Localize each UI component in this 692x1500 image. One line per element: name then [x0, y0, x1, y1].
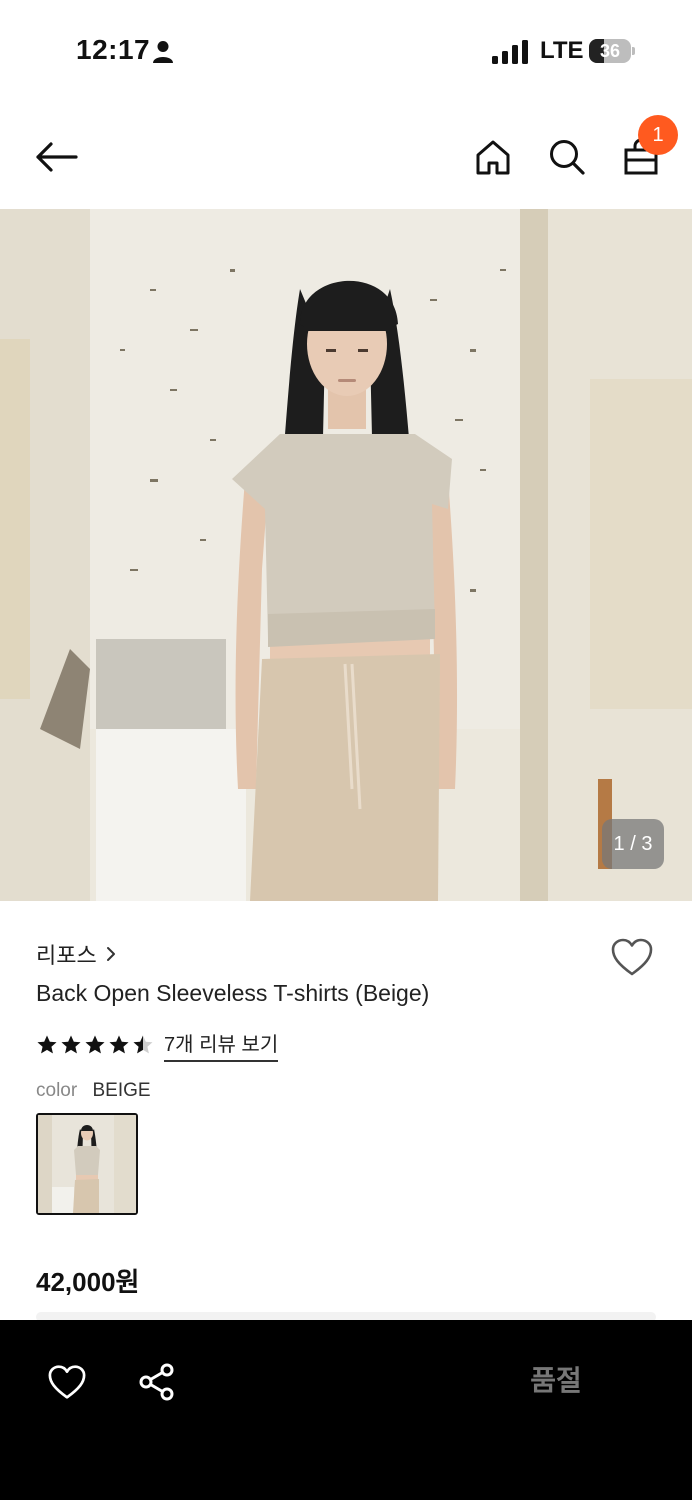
status-time: 12:17	[76, 34, 151, 65]
product-price: 42,000원	[36, 1267, 140, 1297]
rating-stars	[36, 1034, 154, 1056]
swatch-thumbnail	[38, 1115, 136, 1213]
rating-row: 7개 리뷰 보기	[36, 1028, 279, 1062]
status-bar: 12:17 LTE 36	[0, 0, 692, 100]
product-title: Back Open Sleeveless T-shirts (Beige)	[36, 980, 430, 1006]
home-button[interactable]	[470, 134, 516, 180]
search-button[interactable]	[544, 134, 590, 180]
star-icon	[109, 1035, 129, 1054]
product-photo	[0, 209, 692, 901]
top-nav-bar: 1	[0, 110, 692, 206]
battery-icon: 36	[589, 39, 635, 63]
person-icon	[153, 41, 173, 63]
search-icon	[550, 140, 585, 175]
color-row: color BEIGE	[36, 1080, 151, 1102]
brand-link[interactable]: 리포스	[36, 938, 119, 970]
image-page-indicator: 1 / 3	[602, 819, 664, 869]
color-label: color	[36, 1080, 78, 1101]
wishlist-button[interactable]	[608, 934, 656, 980]
signal-icon	[492, 40, 528, 64]
back-arrow-icon	[36, 142, 78, 172]
color-value: BEIGE	[92, 1080, 151, 1101]
heart-icon	[48, 1365, 86, 1399]
star-icon	[61, 1035, 81, 1054]
bottom-wishlist-button[interactable]	[44, 1360, 90, 1404]
share-icon	[139, 1363, 174, 1401]
back-button[interactable]	[30, 136, 82, 178]
star-icon	[37, 1035, 57, 1054]
cart-count-badge: 1	[638, 115, 678, 155]
review-link[interactable]: 7개 리뷰 보기	[164, 1028, 279, 1062]
sold-out-button[interactable]: 품절	[456, 1356, 656, 1406]
star-icon	[133, 1035, 153, 1054]
bottom-action-bar: 품절	[0, 1320, 692, 1500]
product-image-carousel[interactable]: 1 / 3	[0, 209, 692, 901]
network-type: LTE	[540, 37, 584, 64]
battery-percent: 36	[599, 41, 621, 61]
heart-icon	[611, 938, 653, 976]
share-button[interactable]	[134, 1360, 180, 1404]
color-swatch-beige[interactable]	[36, 1113, 138, 1215]
star-icon	[85, 1035, 105, 1054]
chevron-right-icon	[106, 947, 115, 961]
brand-name: 리포스	[36, 943, 97, 968]
home-icon	[476, 140, 510, 175]
